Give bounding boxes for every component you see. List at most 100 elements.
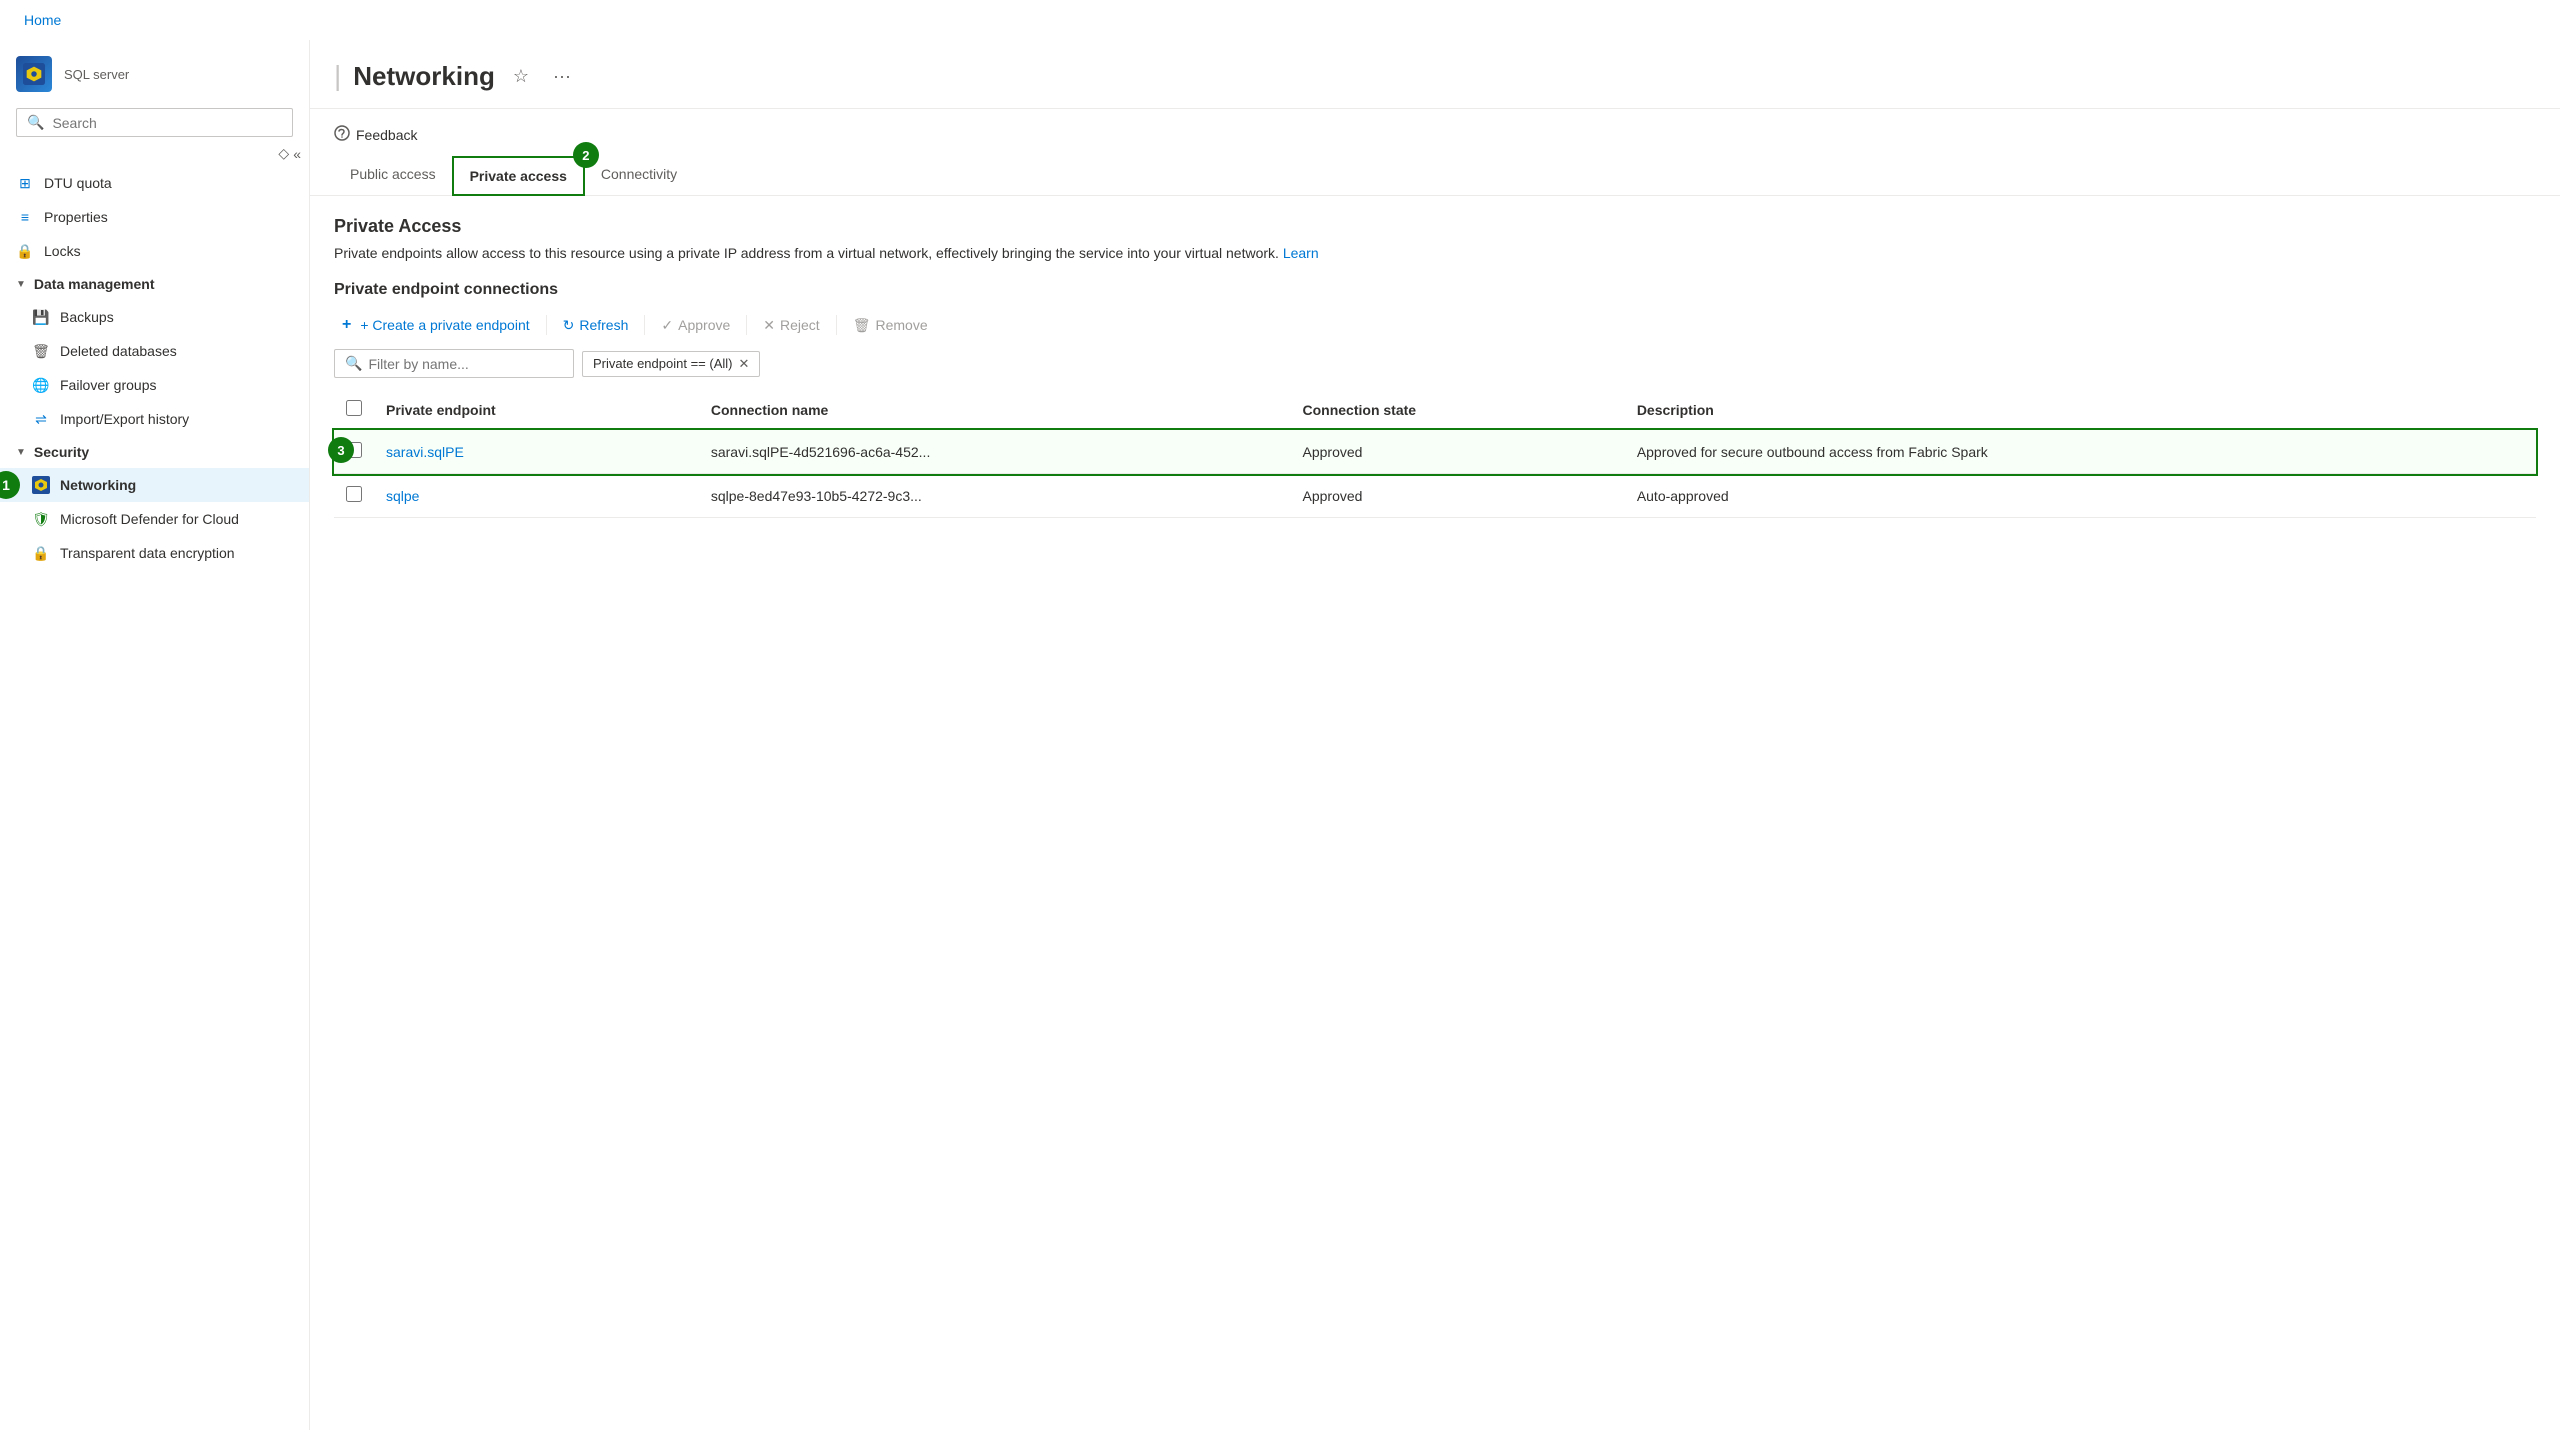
chevron-down-icon: ▼: [16, 279, 26, 290]
reject-button[interactable]: ✕ Reject: [755, 312, 827, 339]
sidebar-item-dtu-quota[interactable]: ⊞ DTU quota: [0, 166, 309, 200]
main-content: | Networking ☆ ··· Feedback Public acces…: [310, 40, 2560, 1430]
sidebar-item-transparent-data-encryption[interactable]: 🔒 Transparent data encryption: [0, 536, 309, 570]
separator-3: [746, 315, 747, 335]
separator-2: [644, 315, 645, 335]
tab-connectivity[interactable]: Connectivity: [585, 156, 693, 195]
tabs-bar: Public access Private access 2 Connectiv…: [310, 156, 2560, 196]
sidebar-item-networking[interactable]: Networking: [0, 468, 309, 502]
toolbar: Feedback: [310, 109, 2560, 148]
col-connection-state: Connection state: [1291, 390, 1625, 430]
filter-search-icon: 🔍: [345, 355, 362, 372]
tab-public-access[interactable]: Public access: [334, 156, 452, 195]
col-connection-name: Connection name: [699, 390, 1291, 430]
trash-icon: 🗑: [32, 342, 50, 360]
select-all-checkbox[interactable]: [346, 400, 362, 416]
page-header: | Networking ☆ ···: [310, 40, 2560, 109]
table-row: sqlpe sqlpe-8ed47e93-10b5-4272-9c3... Ap…: [334, 474, 2536, 518]
approve-icon: ✓: [661, 317, 673, 334]
filter-name-input[interactable]: [368, 356, 563, 372]
section-description: Private endpoints allow access to this r…: [334, 245, 2536, 261]
header-checkbox-cell: [334, 390, 374, 430]
row2-checkbox[interactable]: [346, 486, 362, 502]
search-icon: 🔍: [27, 114, 44, 131]
row2-checkbox-cell: [334, 474, 374, 518]
refresh-icon: ↻: [563, 317, 575, 334]
sidebar-search-input[interactable]: [52, 115, 282, 131]
feedback-icon: [334, 125, 350, 144]
sidebar-header: SQL server: [0, 40, 309, 100]
separator-4: [836, 315, 837, 335]
sidebar-item-locks[interactable]: 🔒 Locks: [0, 234, 309, 268]
row2-endpoint: sqlpe: [374, 474, 699, 518]
endpoints-table: Private endpoint Connection name Connect…: [334, 390, 2536, 518]
row1-endpoint: saravi.sqlPE: [374, 430, 699, 474]
chart-icon: ⊞: [16, 174, 34, 192]
sidebar: SQL server 🔍 ◇ « ⊞ DTU quota ≡ Propertie…: [0, 40, 310, 1430]
tab-private-access-wrapper: Private access 2: [452, 156, 585, 195]
filter-input-box[interactable]: 🔍: [334, 349, 574, 378]
filter-row: 🔍 Private endpoint == (All) ✕: [334, 349, 2536, 378]
properties-icon: ≡: [16, 208, 34, 226]
sidebar-item-import-export-history[interactable]: ⇌ Import/Export history: [0, 402, 309, 436]
row1-endpoint-link[interactable]: saravi.sqlPE: [386, 444, 464, 460]
sidebar-search-box[interactable]: 🔍: [16, 108, 293, 137]
sidebar-item-properties[interactable]: ≡ Properties: [0, 200, 309, 234]
table-row: 3 saravi.sqlPE saravi.sqlPE-4d521696-ac6…: [334, 430, 2536, 474]
row1-connection-state: Approved: [1291, 430, 1625, 474]
badge-3: 3: [328, 437, 354, 463]
sidebar-pin-button[interactable]: ◇: [278, 145, 289, 162]
favorite-button[interactable]: ☆: [507, 62, 535, 91]
approve-button[interactable]: ✓ Approve: [653, 312, 738, 339]
separator-1: [546, 315, 547, 335]
table-header-row: Private endpoint Connection name Connect…: [334, 390, 2536, 430]
backup-icon: 💾: [32, 308, 50, 326]
sidebar-item-deleted-databases[interactable]: 🗑 Deleted databases: [0, 334, 309, 368]
more-options-button[interactable]: ···: [547, 62, 577, 91]
plus-icon: +: [342, 316, 351, 334]
sidebar-group-data-management[interactable]: ▼ Data management: [0, 268, 309, 300]
row1-description: Approved for secure outbound access from…: [1625, 430, 2536, 474]
defender-icon: 🛡: [32, 510, 50, 528]
tab-private-access[interactable]: Private access: [452, 156, 585, 196]
feedback-button[interactable]: Feedback: [334, 121, 417, 148]
sidebar-item-failover-groups[interactable]: 🌐 Failover groups: [0, 368, 309, 402]
sidebar-nav: ⊞ DTU quota ≡ Properties 🔒 Locks ▼ Data …: [0, 166, 309, 1410]
row2-connection-name: sqlpe-8ed47e93-10b5-4272-9c3...: [699, 474, 1291, 518]
sidebar-item-backups[interactable]: 💾 Backups: [0, 300, 309, 334]
remove-icon: 🗑: [853, 317, 871, 334]
sql-server-icon: [16, 56, 52, 92]
remove-button[interactable]: 🗑 Remove: [845, 312, 936, 339]
network-icon: [32, 476, 50, 494]
row1-connection-name: saravi.sqlPE-4d521696-ac6a-452...: [699, 430, 1291, 474]
connections-section: Private endpoint connections + + Create …: [334, 281, 2536, 518]
action-bar: + + Create a private endpoint ↻ Refresh …: [334, 311, 2536, 339]
reject-icon: ✕: [763, 317, 775, 334]
filter-remove-icon[interactable]: ✕: [738, 356, 749, 372]
history-icon: ⇌: [32, 410, 50, 428]
chevron-down-icon: ▼: [16, 447, 26, 458]
col-description: Description: [1625, 390, 2536, 430]
header-pipe: |: [334, 60, 341, 92]
row2-connection-state: Approved: [1291, 474, 1625, 518]
home-link[interactable]: Home: [24, 12, 61, 28]
sidebar-collapse-button[interactable]: «: [293, 145, 301, 162]
encryption-icon: 🔒: [32, 544, 50, 562]
globe-icon: 🌐: [32, 376, 50, 394]
refresh-button[interactable]: ↻ Refresh: [555, 312, 637, 339]
section-title: Private Access: [334, 216, 2536, 237]
badge-2: 2: [573, 142, 599, 168]
page-title: Networking: [353, 61, 495, 92]
private-access-content: Private Access Private endpoints allow a…: [310, 196, 2560, 538]
create-endpoint-button[interactable]: + + Create a private endpoint: [334, 311, 538, 339]
learn-more-link[interactable]: Learn: [1283, 245, 1319, 261]
lock-icon: 🔒: [16, 242, 34, 260]
filter-tag: Private endpoint == (All) ✕: [582, 351, 760, 377]
sidebar-item-networking-wrapper: Networking 1: [0, 468, 309, 502]
sidebar-group-security[interactable]: ▼ Security: [0, 436, 309, 468]
row2-endpoint-link[interactable]: sqlpe: [386, 488, 419, 504]
connections-title: Private endpoint connections: [334, 281, 2536, 299]
row2-description: Auto-approved: [1625, 474, 2536, 518]
row1-checkbox-cell: 3: [334, 430, 374, 474]
sidebar-item-microsoft-defender[interactable]: 🛡 Microsoft Defender for Cloud: [0, 502, 309, 536]
